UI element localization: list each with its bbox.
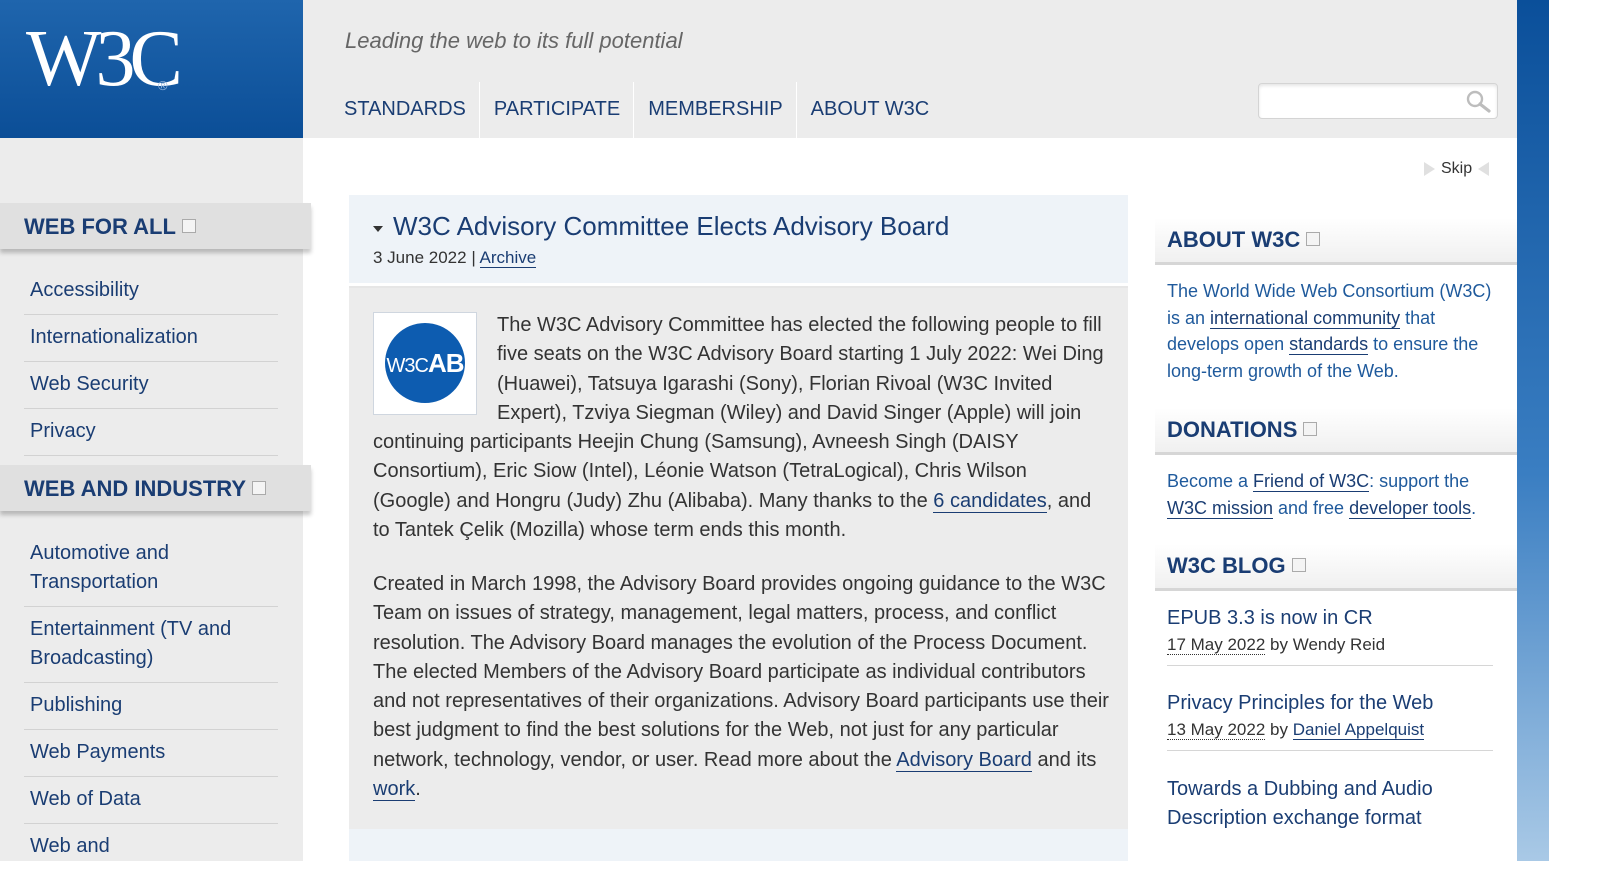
- article-body: W3CAB The W3C Advisory Committee has ele…: [349, 286, 1128, 833]
- sidebar-item-entertainment[interactable]: Entertainment (TV and Broadcasting): [24, 607, 278, 683]
- friend-of-w3c-link[interactable]: Friend of W3C: [1253, 471, 1370, 492]
- blog-post-title[interactable]: Towards a Dubbing and Audio Description …: [1167, 775, 1493, 833]
- blog-post-author: Wendy Reid: [1292, 635, 1386, 654]
- article-date: 3 June 2022: [373, 248, 467, 267]
- sidebar-item-automotive[interactable]: Automotive and Transportation: [24, 531, 278, 607]
- blog-post: Towards a Dubbing and Audio Description …: [1167, 775, 1493, 835]
- nav-standards[interactable]: STANDARDS: [330, 82, 480, 138]
- standards-link[interactable]: standards: [1289, 334, 1369, 355]
- arrow-left-icon: [1478, 161, 1490, 176]
- page-edge-stripe: [1517, 0, 1549, 861]
- web-for-all-heading[interactable]: WEB FOR ALL: [0, 203, 311, 249]
- logo-banner[interactable]: W3C ®: [0, 0, 303, 138]
- sidebar-item-web-security[interactable]: Web Security: [24, 362, 278, 409]
- advisory-board-link[interactable]: Advisory Board: [896, 748, 1032, 772]
- article-paragraph-1: The W3C Advisory Committee has elected t…: [373, 314, 1104, 542]
- collapse-icon[interactable]: [252, 481, 267, 496]
- donations-title: DONATIONS: [1167, 417, 1298, 442]
- web-for-all-title: WEB FOR ALL: [24, 214, 176, 239]
- sidebar-item-web-payments[interactable]: Web Payments: [24, 730, 278, 777]
- collapse-icon[interactable]: [181, 219, 196, 234]
- registered-mark: ®: [158, 78, 168, 93]
- blog-post-meta: 17 May 2022 by Wendy Reid: [1167, 635, 1386, 655]
- nav-about[interactable]: ABOUT W3C: [797, 82, 943, 138]
- international-community-link[interactable]: international community: [1210, 307, 1401, 329]
- search-icon[interactable]: [1463, 88, 1493, 114]
- donations-heading[interactable]: DONATIONS: [1155, 408, 1517, 455]
- candidates-link[interactable]: 6 candidates: [933, 489, 1047, 513]
- arrow-right-icon: [1424, 161, 1435, 176]
- donations-text: Become a Friend of W3C: support the W3C …: [1167, 471, 1477, 519]
- about-w3c-text: The World Wide Web Consortium (W3C) is a…: [1167, 281, 1492, 381]
- nav-participate[interactable]: PARTICIPATE: [480, 82, 635, 138]
- next-article-header: [349, 829, 1128, 861]
- skip-label: Skip: [1441, 160, 1473, 177]
- collapse-icon[interactable]: [1306, 232, 1321, 247]
- nav-membership[interactable]: MEMBERSHIP: [634, 82, 797, 138]
- blog-post-meta: 13 May 2022 by Daniel Appelquist: [1167, 720, 1425, 740]
- blog-post-date: 17 May 2022: [1167, 635, 1266, 655]
- w3c-blog-heading[interactable]: W3C BLOG: [1155, 544, 1517, 591]
- sidebar-item-publishing[interactable]: Publishing: [24, 683, 278, 730]
- blog-post-title[interactable]: EPUB 3.3 is now in CR: [1167, 604, 1493, 633]
- web-and-industry-heading[interactable]: WEB AND INDUSTRY: [0, 465, 311, 511]
- sidebar-item-web-of-data[interactable]: Web of Data: [24, 777, 278, 824]
- blog-post: EPUB 3.3 is now in CR 17 May 2022 by Wen…: [1167, 604, 1493, 666]
- search-input[interactable]: [1258, 83, 1498, 119]
- blog-post-date: 13 May 2022: [1167, 720, 1266, 740]
- article-title[interactable]: W3C Advisory Committee Elects Advisory B…: [393, 211, 949, 242]
- blog-post-author-link[interactable]: Daniel Appelquist: [1292, 720, 1425, 740]
- w3c-mission-link[interactable]: W3C mission: [1167, 497, 1274, 519]
- about-w3c-title: ABOUT W3C: [1167, 227, 1301, 252]
- about-w3c-heading[interactable]: ABOUT W3C: [1155, 218, 1517, 265]
- w3c-blog-title: W3C BLOG: [1167, 553, 1286, 578]
- article-header: W3C Advisory Committee Elects Advisory B…: [349, 195, 1128, 283]
- article-paragraph-2: Created in March 1998, the Advisory Boar…: [373, 573, 1109, 802]
- collapse-triangle-icon[interactable]: [373, 226, 383, 232]
- collapse-icon[interactable]: [1291, 558, 1306, 573]
- article-meta: 3 June 2022 | Archive: [373, 248, 537, 268]
- web-and-industry-list: Automotive and Transportation Entertainm…: [24, 531, 278, 870]
- sidebar-item-internationalization[interactable]: Internationalization: [24, 315, 278, 362]
- main-nav: STANDARDS PARTICIPATE MEMBERSHIP ABOUT W…: [330, 82, 942, 138]
- web-for-all-list: Accessibility Internationalization Web S…: [24, 268, 278, 456]
- work-link[interactable]: work: [373, 778, 416, 802]
- web-and-industry-title: WEB AND INDUSTRY: [24, 476, 247, 501]
- developer-tools-link[interactable]: developer tools: [1349, 497, 1472, 519]
- blog-post-title[interactable]: Privacy Principles for the Web: [1167, 689, 1493, 718]
- tagline: Leading the web to its full potential: [345, 28, 683, 53]
- sidebar-item-web-and[interactable]: Web and: [24, 824, 278, 870]
- sidebar-item-accessibility[interactable]: Accessibility: [24, 268, 278, 315]
- skip-link[interactable]: Skip: [1424, 160, 1490, 178]
- sidebar-item-privacy[interactable]: Privacy: [24, 409, 278, 456]
- meta-separator: |: [471, 248, 476, 267]
- archive-link[interactable]: Archive: [479, 248, 537, 268]
- blog-post: Privacy Principles for the Web 13 May 20…: [1167, 689, 1493, 751]
- collapse-icon[interactable]: [1303, 422, 1318, 437]
- w3c-logo[interactable]: W3C: [26, 16, 183, 102]
